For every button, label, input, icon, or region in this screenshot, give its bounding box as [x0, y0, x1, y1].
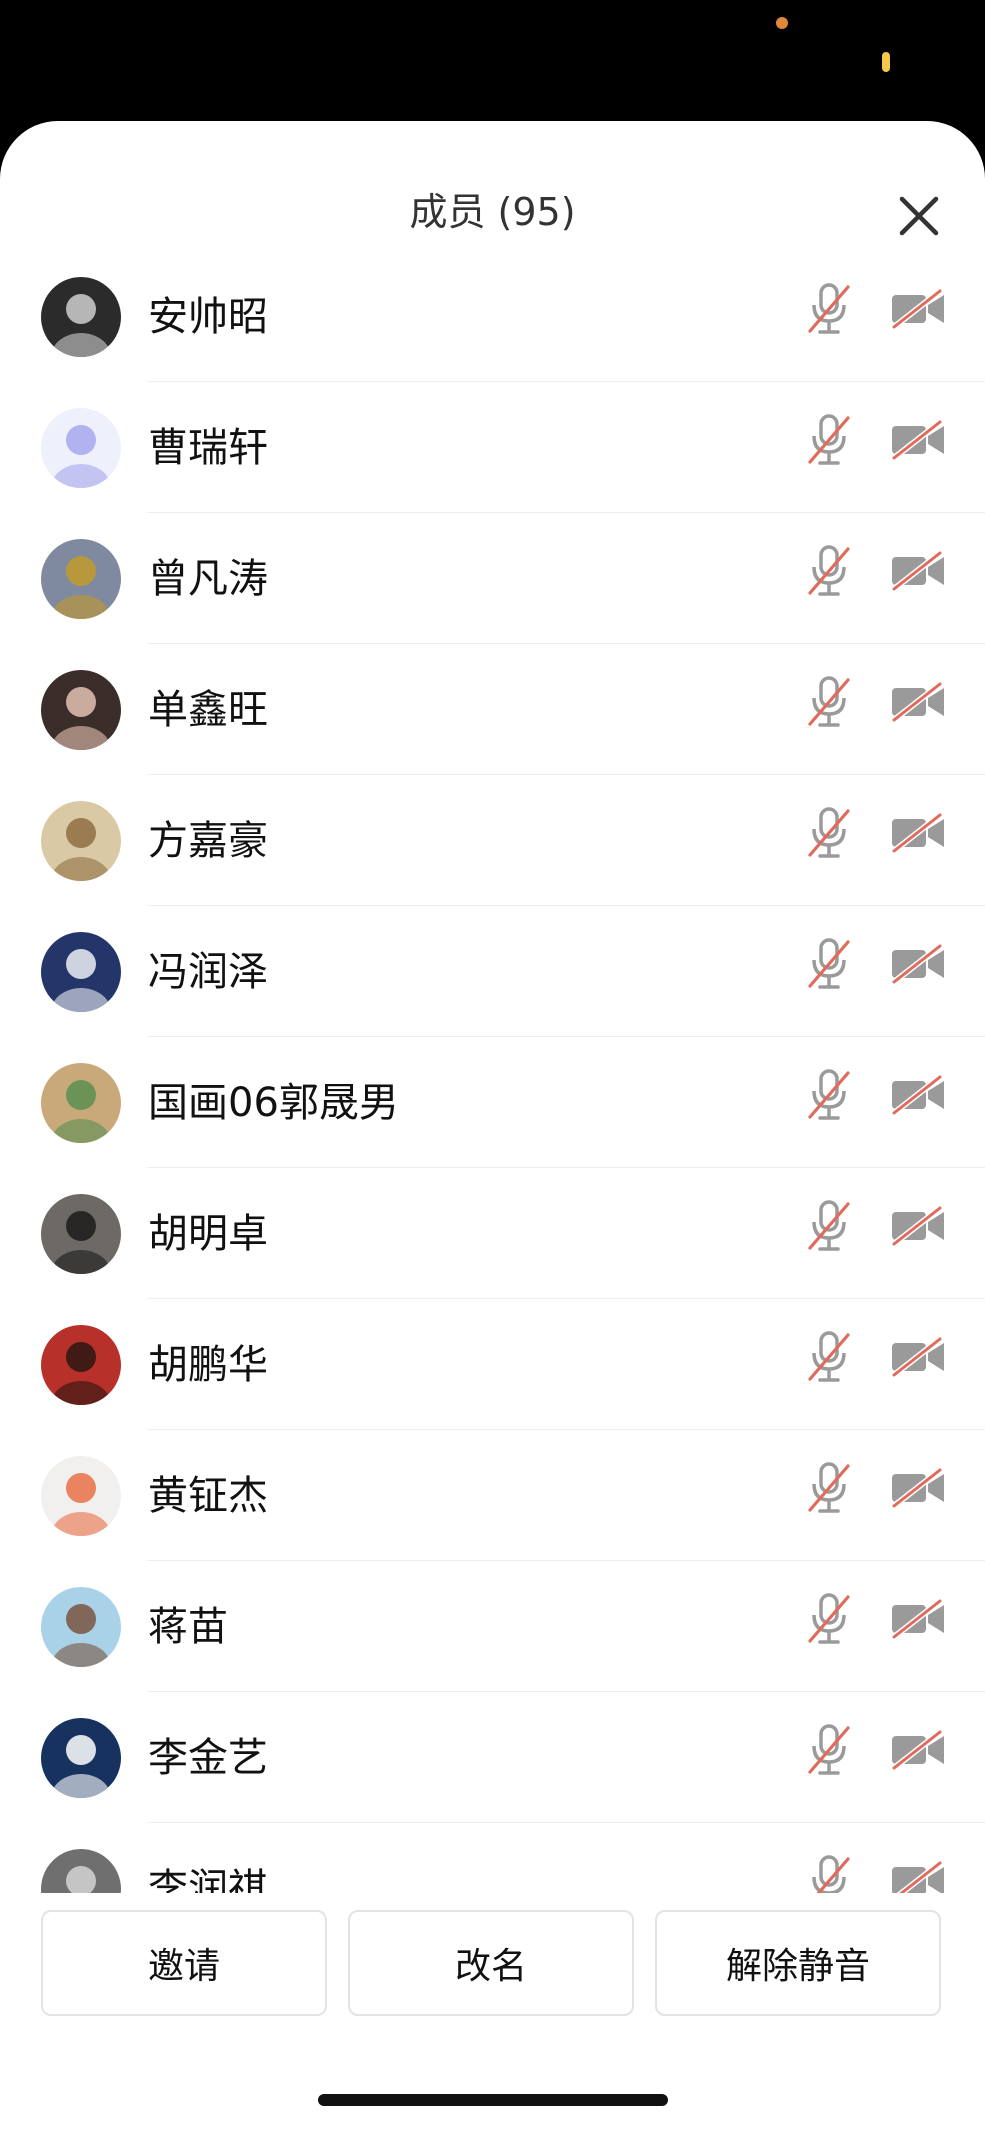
camera-off-icon	[891, 1467, 944, 1509]
camera-toggle-button[interactable]	[890, 550, 946, 592]
member-name: 蒋苗	[148, 1604, 228, 1650]
mic-toggle-button[interactable]	[806, 1589, 852, 1649]
rename-button[interactable]: 改名	[348, 1910, 634, 2016]
member-name: 胡明卓	[148, 1211, 268, 1257]
camera-off-icon	[891, 419, 944, 461]
mic-muted-icon	[808, 676, 850, 727]
camera-toggle-button[interactable]	[890, 1205, 946, 1247]
avatar	[41, 1456, 121, 1536]
invite-button[interactable]: 邀请	[41, 1910, 327, 2016]
member-row[interactable]: 国画06郭晟男	[0, 1037, 985, 1168]
mic-muted-icon	[808, 414, 850, 465]
mic-muted-icon	[808, 1462, 850, 1513]
mic-toggle-button[interactable]	[806, 1720, 852, 1780]
camera-toggle-button[interactable]	[890, 1729, 946, 1771]
camera-toggle-button[interactable]	[890, 288, 946, 330]
mic-toggle-button[interactable]	[806, 1065, 852, 1125]
member-row[interactable]: 胡明卓	[0, 1168, 985, 1299]
mic-muted-icon	[808, 1069, 850, 1120]
mic-muted-icon	[808, 1331, 850, 1382]
camera-toggle-button[interactable]	[890, 1467, 946, 1509]
member-row[interactable]: 蒋苗	[0, 1561, 985, 1692]
camera-toggle-button[interactable]	[890, 812, 946, 854]
member-list[interactable]: 安帅昭 曹瑞轩 曾凡涛 单鑫旺 方嘉豪 冯润泽 国画06郭晟男 胡明卓 胡鹏华 黄钲杰 蒋苗 李金艺李…	[0, 251, 985, 2014]
camera-toggle-button[interactable]	[890, 1074, 946, 1116]
mic-muted-icon	[808, 807, 850, 858]
member-row[interactable]: 方嘉豪	[0, 775, 985, 906]
mic-muted-icon	[808, 283, 850, 334]
member-name: 国画06郭晟男	[148, 1080, 399, 1126]
avatar	[41, 539, 121, 619]
avatar	[41, 408, 121, 488]
avatar	[41, 277, 121, 357]
close-icon	[899, 196, 939, 236]
camera-off-icon	[891, 1598, 944, 1640]
camera-toggle-button[interactable]	[890, 1598, 946, 1640]
members-sheet: 成员 (95) 安帅昭曹瑞轩曾凡涛单鑫旺方嘉豪冯润泽国画06郭晟男 胡明卓胡鹏华黄…	[0, 121, 985, 2131]
mic-toggle-button[interactable]	[806, 1327, 852, 1387]
avatar	[41, 1587, 121, 1667]
avatar	[41, 801, 121, 881]
member-name: 曾凡涛	[148, 556, 268, 602]
mic-muted-icon	[808, 1593, 850, 1644]
camera-off-icon	[891, 1205, 944, 1247]
camera-off-icon	[891, 812, 944, 854]
member-row[interactable]: 曾凡涛	[0, 513, 985, 644]
mic-toggle-button[interactable]	[806, 1196, 852, 1256]
camera-off-icon	[891, 943, 944, 985]
camera-toggle-button[interactable]	[890, 681, 946, 723]
avatar	[41, 1063, 121, 1143]
member-row[interactable]: 曹瑞轩	[0, 382, 985, 513]
member-name: 冯润泽	[148, 949, 268, 995]
mic-muted-icon	[808, 1200, 850, 1251]
avatar	[41, 1325, 121, 1405]
member-row[interactable]: 李金艺	[0, 1692, 985, 1823]
mic-toggle-button[interactable]	[806, 803, 852, 863]
mic-muted-icon	[808, 545, 850, 596]
member-name: 单鑫旺	[148, 687, 268, 733]
mic-toggle-button[interactable]	[806, 1458, 852, 1518]
member-name: 曹瑞轩	[148, 425, 268, 471]
member-row[interactable]: 冯润泽	[0, 906, 985, 1037]
member-row[interactable]: 安帅昭	[0, 251, 985, 382]
sheet-header: 成员 (95)	[0, 121, 985, 255]
member-name: 胡鹏华	[148, 1342, 268, 1388]
camera-off-icon	[891, 681, 944, 723]
avatar	[41, 932, 121, 1012]
home-indicator	[318, 2094, 668, 2106]
camera-off-icon	[891, 550, 944, 592]
status-indicator	[882, 52, 890, 72]
camera-off-icon	[891, 288, 944, 330]
avatar	[41, 1718, 121, 1798]
member-name: 黄钲杰	[148, 1473, 268, 1519]
action-bar: 邀请 改名 解除静音	[0, 1893, 985, 2016]
mic-muted-icon	[808, 1724, 850, 1775]
member-name: 李金艺	[148, 1735, 268, 1781]
member-row[interactable]: 黄钲杰	[0, 1430, 985, 1561]
member-name: 安帅昭	[148, 294, 268, 340]
mic-toggle-button[interactable]	[806, 672, 852, 732]
mic-muted-icon	[808, 938, 850, 989]
camera-off-icon	[891, 1729, 944, 1771]
mic-toggle-button[interactable]	[806, 279, 852, 339]
mic-toggle-button[interactable]	[806, 410, 852, 470]
camera-toggle-button[interactable]	[890, 1336, 946, 1378]
member-row[interactable]: 胡鹏华	[0, 1299, 985, 1430]
recording-indicator	[776, 17, 788, 29]
member-row[interactable]: 单鑫旺	[0, 644, 985, 775]
close-button[interactable]	[894, 191, 944, 241]
unmute-all-button[interactable]: 解除静音	[655, 1910, 941, 2016]
page-title: 成员 (95)	[409, 190, 576, 234]
avatar	[41, 670, 121, 750]
camera-toggle-button[interactable]	[890, 943, 946, 985]
mic-toggle-button[interactable]	[806, 934, 852, 994]
camera-off-icon	[891, 1074, 944, 1116]
camera-toggle-button[interactable]	[890, 419, 946, 461]
camera-off-icon	[891, 1336, 944, 1378]
mic-toggle-button[interactable]	[806, 541, 852, 601]
member-name: 方嘉豪	[148, 818, 268, 864]
avatar	[41, 1194, 121, 1274]
